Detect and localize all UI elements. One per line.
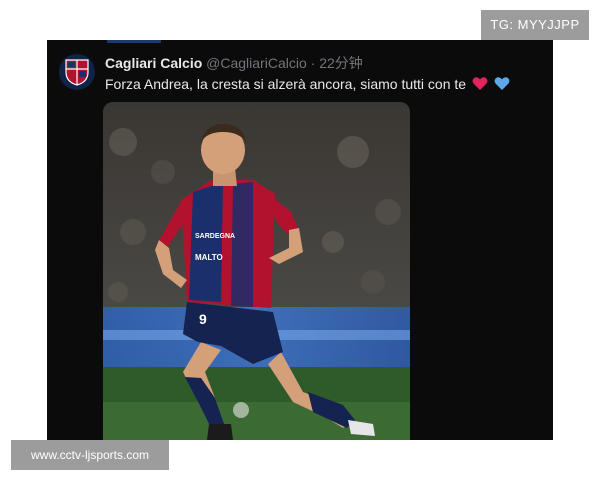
tweet-header: Cagliari Calcio @CagliariCalcio · 22分钟: [105, 54, 541, 72]
svg-text:SARDEGNA: SARDEGNA: [195, 233, 235, 240]
user-handle[interactable]: @CagliariCalcio: [206, 55, 307, 71]
avatar[interactable]: [59, 54, 95, 90]
watermark-top: TG: MYYJJPP: [481, 10, 589, 40]
display-name[interactable]: Cagliari Calcio: [105, 55, 202, 71]
player-photo: 9 SARDEGNA MALTO: [103, 102, 410, 440]
tweet-media[interactable]: 9 SARDEGNA MALTO: [103, 102, 410, 440]
blue-heart-icon: [494, 77, 510, 90]
svg-text:MALTO: MALTO: [195, 253, 223, 262]
svg-text:9: 9: [199, 311, 207, 327]
separator-dot: ·: [310, 55, 316, 71]
tweet-card: Cagliari Calcio @CagliariCalcio · 22分钟 F…: [47, 40, 553, 440]
timestamp[interactable]: 22分钟: [319, 55, 363, 71]
watermark-bottom: www.cctv-ljsports.com: [11, 440, 169, 470]
tweet-text: Forza Andrea, la cresta si alzerà ancora…: [105, 76, 467, 92]
tweet-text-line: Forza Andrea, la cresta si alzerà ancora…: [105, 75, 541, 93]
cagliari-crest-icon: [65, 59, 89, 86]
red-heart-icon: [472, 77, 488, 90]
top-accent-bar: [107, 40, 161, 43]
